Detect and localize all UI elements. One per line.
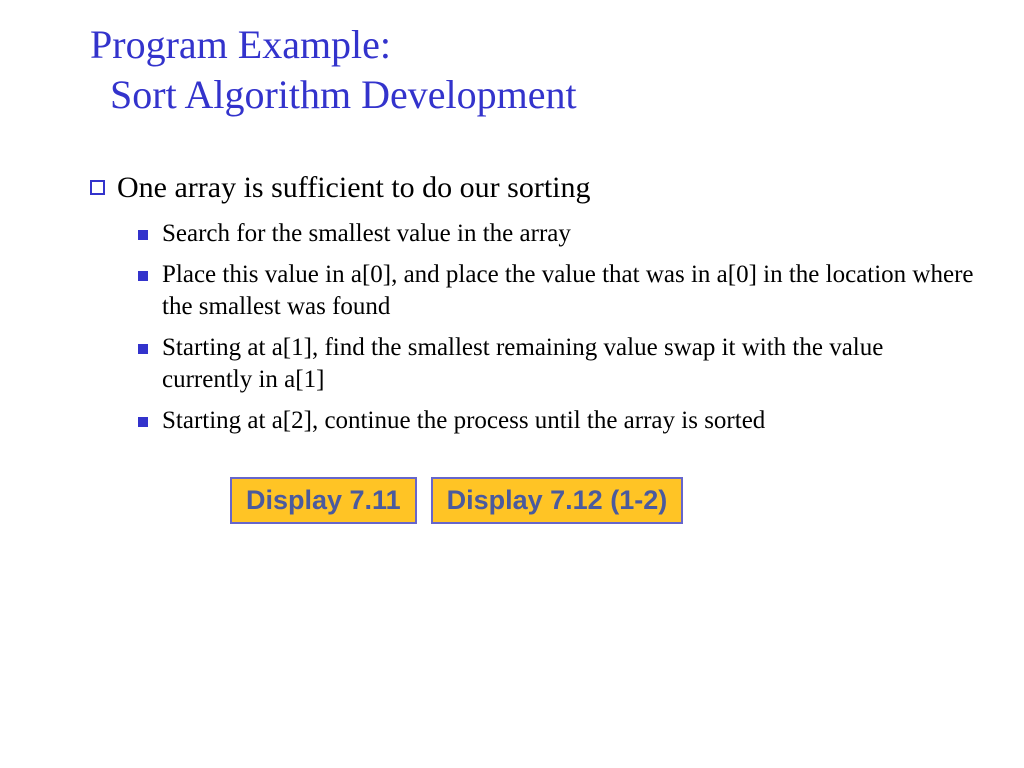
sub-bullet-item: Starting at a[2], continue the process u…: [138, 405, 974, 438]
sub-bullet-text: Search for the smallest value in the arr…: [162, 218, 571, 251]
filled-square-icon: [138, 417, 148, 427]
main-bullet-text: One array is sufficient to do our sortin…: [117, 170, 591, 206]
sub-bullet-text: Starting at a[2], continue the process u…: [162, 405, 765, 438]
filled-square-icon: [138, 344, 148, 354]
sub-bullet-item: Search for the smallest value in the arr…: [138, 218, 974, 251]
filled-square-icon: [138, 230, 148, 240]
sub-bullet-text: Place this value in a[0], and place the …: [162, 259, 974, 324]
main-bullet-item: One array is sufficient to do our sortin…: [90, 170, 974, 206]
sub-bullet-text: Starting at a[1], find the smallest rema…: [162, 332, 974, 397]
title-line-2: Sort Algorithm Development: [110, 70, 974, 120]
outline-square-icon: [90, 180, 105, 195]
slide-title: Program Example: Sort Algorithm Developm…: [90, 20, 974, 120]
sub-bullet-item: Starting at a[1], find the smallest rema…: [138, 332, 974, 397]
title-line-1: Program Example:: [90, 20, 974, 70]
sub-bullet-item: Place this value in a[0], and place the …: [138, 259, 974, 324]
display-7-11-button[interactable]: Display 7.11: [230, 477, 417, 524]
display-buttons-row: Display 7.11 Display 7.12 (1-2): [230, 477, 974, 524]
sub-bullet-list: Search for the smallest value in the arr…: [138, 218, 974, 437]
display-7-12-button[interactable]: Display 7.12 (1-2): [431, 477, 684, 524]
filled-square-icon: [138, 271, 148, 281]
